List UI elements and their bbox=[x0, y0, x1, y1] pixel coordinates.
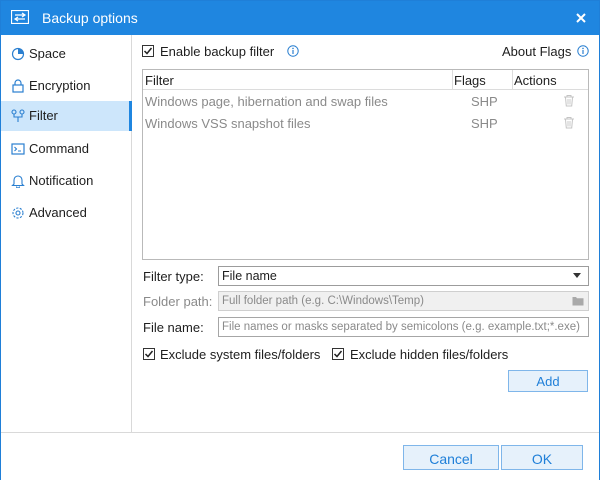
column-header-flags[interactable]: Flags bbox=[454, 73, 486, 88]
sidebar-item-filter[interactable]: Filter bbox=[1, 101, 132, 131]
about-flags-link[interactable]: About Flags bbox=[502, 44, 571, 59]
table-header: Filter Flags Actions bbox=[143, 70, 588, 90]
checkmark-icon bbox=[333, 350, 343, 358]
info-icon[interactable] bbox=[577, 45, 589, 57]
enable-backup-filter-label[interactable]: Enable backup filter bbox=[160, 44, 274, 59]
filter-cell: Windows VSS snapshot files bbox=[145, 116, 311, 131]
column-header-filter[interactable]: Filter bbox=[145, 73, 174, 88]
enable-backup-filter-checkbox[interactable] bbox=[142, 45, 154, 57]
app-transfer-icon bbox=[11, 10, 29, 24]
exclude-system-label[interactable]: Exclude system files/folders bbox=[160, 347, 320, 362]
pie-chart-icon bbox=[11, 47, 25, 61]
sidebar-item-label: Advanced bbox=[29, 205, 87, 220]
column-header-actions[interactable]: Actions bbox=[514, 73, 557, 88]
lock-icon bbox=[12, 79, 24, 93]
file-name-input[interactable]: File names or masks separated by semicol… bbox=[218, 317, 589, 337]
folder-path-placeholder: Full folder path (e.g. C:\Windows\Temp) bbox=[222, 295, 424, 307]
sidebar-item-label: Command bbox=[29, 141, 89, 156]
close-icon[interactable] bbox=[569, 6, 593, 30]
sidebar-item-advanced[interactable]: Advanced bbox=[1, 198, 131, 228]
dialog-footer: Cancel OK bbox=[1, 432, 599, 480]
table-row[interactable]: Windows page, hibernation and swap files… bbox=[143, 90, 588, 112]
file-name-placeholder: File names or masks separated by semicol… bbox=[222, 321, 580, 333]
exclude-system-checkbox[interactable] bbox=[143, 348, 155, 360]
filter-type-select[interactable]: File name bbox=[218, 266, 589, 286]
trash-icon[interactable] bbox=[563, 94, 575, 107]
filter-type-value: File name bbox=[222, 269, 277, 283]
sidebar-item-label: Filter bbox=[29, 108, 58, 123]
trash-icon[interactable] bbox=[563, 116, 575, 129]
add-button[interactable]: Add bbox=[508, 370, 588, 392]
title-bar: Backup options bbox=[1, 1, 599, 35]
folder-path-input[interactable]: Full folder path (e.g. C:\Windows\Temp) bbox=[218, 291, 589, 311]
flags-cell: SHP bbox=[471, 94, 498, 109]
table-row[interactable]: Windows VSS snapshot files SHP bbox=[143, 112, 588, 134]
filter-type-label: Filter type: bbox=[143, 269, 204, 284]
cancel-button-label: Cancel bbox=[429, 451, 473, 467]
sidebar-item-command[interactable]: Command bbox=[1, 134, 131, 164]
gear-icon bbox=[12, 207, 24, 219]
exclude-hidden-label[interactable]: Exclude hidden files/folders bbox=[350, 347, 508, 362]
add-button-label: Add bbox=[536, 374, 560, 389]
filter-icon bbox=[11, 109, 25, 122]
sidebar-item-encryption[interactable]: Encryption bbox=[1, 71, 131, 101]
ok-button-label: OK bbox=[531, 451, 553, 467]
sidebar-item-label: Notification bbox=[29, 173, 94, 188]
info-icon[interactable] bbox=[287, 45, 299, 57]
terminal-icon bbox=[11, 143, 25, 155]
window-title: Backup options bbox=[42, 10, 138, 26]
column-divider bbox=[452, 70, 453, 89]
file-name-label: File name: bbox=[143, 320, 204, 335]
cancel-button[interactable]: Cancel bbox=[403, 445, 499, 470]
sidebar-item-label: Encryption bbox=[29, 78, 91, 93]
flags-cell: SHP bbox=[471, 116, 498, 131]
sidebar-item-label: Space bbox=[29, 46, 66, 61]
sidebar: Space Encryption Filter Command Notifica… bbox=[1, 35, 132, 432]
sidebar-item-notification[interactable]: Notification bbox=[1, 166, 131, 196]
folder-path-label: Folder path: bbox=[143, 294, 213, 309]
checkmark-icon bbox=[143, 47, 153, 55]
filter-cell: Windows page, hibernation and swap files bbox=[145, 94, 388, 109]
exclude-hidden-checkbox[interactable] bbox=[332, 348, 344, 360]
bell-icon bbox=[11, 175, 25, 188]
column-divider bbox=[512, 70, 513, 89]
checkmark-icon bbox=[144, 350, 154, 358]
dropdown-arrow-icon bbox=[573, 273, 581, 278]
filter-table: Filter Flags Actions Windows page, hiber… bbox=[142, 69, 589, 260]
folder-icon[interactable] bbox=[572, 296, 584, 306]
sidebar-item-space[interactable]: Space bbox=[1, 39, 131, 69]
ok-button[interactable]: OK bbox=[501, 445, 583, 470]
backup-options-window: Backup options Space Encryption Filter C… bbox=[0, 0, 600, 480]
